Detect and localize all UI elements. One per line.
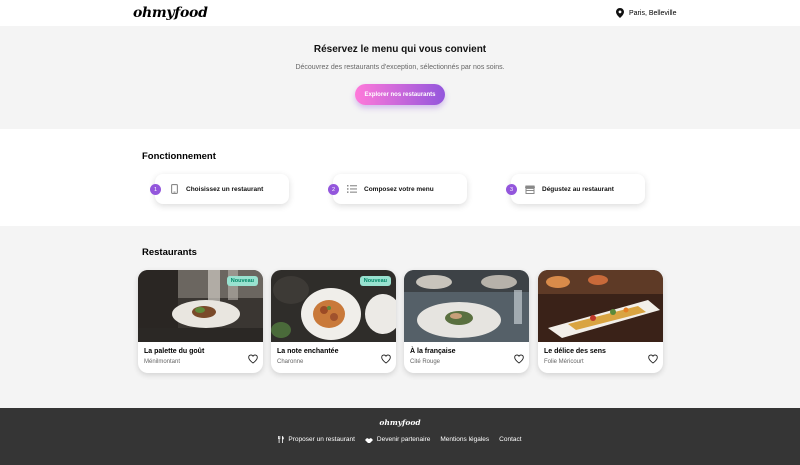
footer-link-label: Contact	[499, 436, 522, 443]
hero-subtitle: Découvrez des restaurants d'exception, s…	[295, 64, 505, 71]
hero-section: Réservez le menu qui vous convient Décou…	[0, 26, 800, 129]
footer-link-label: Proposer un restaurant	[288, 436, 355, 443]
store-icon	[525, 184, 535, 194]
footer-links: Proposer un restaurant Devenir partenair…	[0, 436, 800, 443]
restaurant-area: Ménilmontant	[144, 359, 181, 365]
restaurant-photo	[538, 270, 663, 342]
restaurants-title: Restaurants	[142, 247, 197, 258]
step-compose-menu[interactable]: 2 Composez votre menu	[328, 174, 467, 204]
step-label: Dégustez au restaurant	[542, 185, 614, 193]
hero-title: Réservez le menu qui vous convient	[313, 44, 487, 55]
explore-restaurants-button[interactable]: Explorer nos restaurants	[355, 84, 445, 105]
step-number: 3	[506, 184, 517, 195]
restaurant-card-note[interactable]: Nouveau La note enchantée Charonne	[271, 270, 396, 373]
step-label: Choisissez un restaurant	[186, 185, 264, 193]
restaurant-name: La note enchantée	[277, 348, 339, 355]
restaurant-name: À la française	[410, 348, 456, 355]
footer-link-label: Devenir partenaire	[376, 436, 431, 443]
heart-icon[interactable]	[248, 351, 258, 364]
restaurant-name: Le délice des sens	[544, 348, 606, 355]
restaurant-area: Charonne	[277, 359, 304, 365]
footer-link-label: Mentions légales	[440, 436, 490, 443]
mobile-phone-icon	[169, 184, 179, 194]
heart-icon[interactable]	[381, 351, 391, 364]
restaurant-card-francaise[interactable]: À la française Cité Rouge	[404, 270, 529, 373]
restaurants-section: Restaurants Nouveau La palette du goût M…	[0, 226, 800, 408]
heart-icon[interactable]	[514, 351, 524, 364]
step-number: 2	[328, 184, 339, 195]
handshake-icon	[364, 437, 373, 443]
how-it-works-section: Fonctionnement 1 Choisissez un restauran…	[0, 129, 800, 226]
header: ohmyfood Paris, Belleville	[0, 0, 800, 26]
step-number: 1	[150, 184, 161, 195]
step-choose-restaurant[interactable]: 1 Choisissez un restaurant	[150, 174, 289, 204]
restaurant-area: Folie Méricourt	[544, 359, 584, 365]
footer-link-legal[interactable]: Mentions légales	[440, 436, 489, 443]
restaurant-photo	[404, 270, 529, 342]
restaurant-name: La palette du goût	[144, 348, 205, 355]
footer-link-become-partner[interactable]: Devenir partenaire	[364, 436, 431, 443]
step-label: Composez votre menu	[364, 185, 434, 193]
location-label: Paris, Belleville	[629, 9, 677, 17]
restaurant-area: Cité Rouge	[410, 359, 441, 365]
footer: ohmyfood Proposer un restaurant Devenir …	[0, 408, 800, 465]
how-it-works-title: Fonctionnement	[142, 151, 216, 162]
heart-icon[interactable]	[648, 351, 658, 364]
restaurant-card-palette[interactable]: Nouveau La palette du goût Ménilmontant	[138, 270, 263, 373]
utensils-icon	[278, 436, 285, 443]
footer-logo[interactable]: ohmyfood	[0, 418, 800, 427]
restaurant-card-delice[interactable]: Le délice des sens Folie Méricourt	[538, 270, 663, 373]
list-icon	[347, 184, 357, 194]
footer-link-contact[interactable]: Contact	[499, 436, 521, 443]
new-badge: Nouveau	[226, 276, 258, 286]
footer-link-propose-restaurant[interactable]: Proposer un restaurant	[278, 436, 355, 443]
new-badge: Nouveau	[359, 276, 391, 286]
location[interactable]: Paris, Belleville	[616, 8, 676, 18]
step-enjoy-restaurant[interactable]: 3 Dégustez au restaurant	[506, 174, 645, 204]
map-pin-icon	[616, 8, 624, 18]
logo[interactable]: ohmyfood	[133, 5, 208, 21]
